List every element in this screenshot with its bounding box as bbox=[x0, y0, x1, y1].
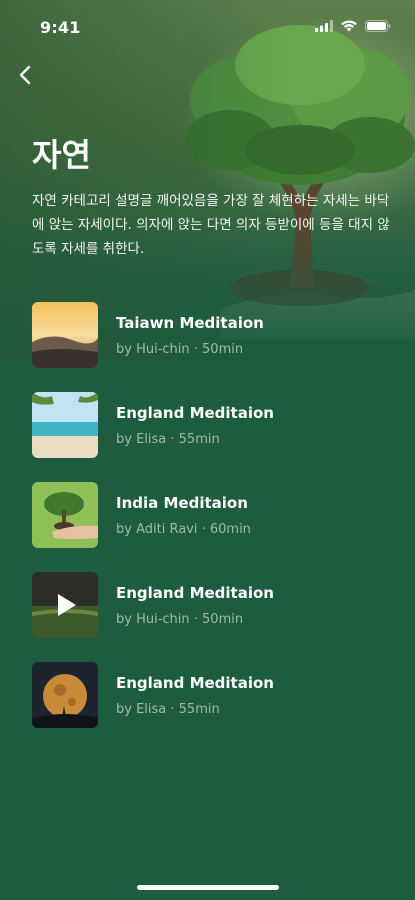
chevron-left-icon bbox=[19, 65, 31, 85]
meditation-subtitle: by Aditi Ravi · 60min bbox=[116, 521, 251, 537]
thumbnail-tree-in-hand bbox=[32, 482, 98, 548]
meditation-item[interactable]: Taiawn Meditaion by Hui-chin · 50min bbox=[32, 302, 392, 368]
meditation-subtitle: by Elisa · 55min bbox=[116, 431, 220, 447]
category-description: 자연 카테고리 설명글 깨어있음을 가장 잘 체현하는 자세는 바닥에 앉는 자… bbox=[32, 193, 390, 257]
meditation-list: Taiawn Meditaion by Hui-chin · 50min Eng… bbox=[32, 302, 392, 752]
thumbnail-video-play bbox=[32, 572, 98, 638]
status-bar: 9:41 bbox=[0, 0, 415, 54]
page-title: 자연 bbox=[32, 136, 91, 174]
battery-icon bbox=[365, 20, 391, 32]
status-icons bbox=[315, 20, 391, 32]
meditation-subtitle: by Elisa · 55min bbox=[116, 701, 220, 717]
meditation-item[interactable]: India Meditaion by Aditi Ravi · 60min bbox=[32, 482, 392, 548]
thumbnail-sunset-landscape bbox=[32, 302, 98, 368]
meditation-subtitle: by Hui-chin · 50min bbox=[116, 611, 244, 627]
meditation-title: India Meditaion bbox=[116, 493, 248, 512]
meditation-title: England Meditaion bbox=[116, 403, 274, 422]
home-indicator[interactable] bbox=[137, 885, 279, 890]
status-time: 9:41 bbox=[40, 18, 81, 37]
meditation-item[interactable]: England Meditaion by Elisa · 55min bbox=[32, 392, 392, 458]
cellular-signal-icon bbox=[315, 20, 333, 32]
meditation-subtitle: by Hui-chin · 50min bbox=[116, 341, 244, 357]
back-button[interactable] bbox=[14, 62, 36, 88]
wifi-icon bbox=[341, 20, 357, 32]
meditation-title: England Meditaion bbox=[116, 673, 274, 692]
meditation-item[interactable]: England Meditaion by Hui-chin · 50min bbox=[32, 572, 392, 638]
meditation-title: England Meditaion bbox=[116, 583, 274, 602]
thumbnail-beach-sea bbox=[32, 392, 98, 458]
thumbnail-moon-night bbox=[32, 662, 98, 728]
meditation-item[interactable]: England Meditaion by Elisa · 55min bbox=[32, 662, 392, 728]
meditation-title: Taiawn Meditaion bbox=[116, 313, 264, 332]
